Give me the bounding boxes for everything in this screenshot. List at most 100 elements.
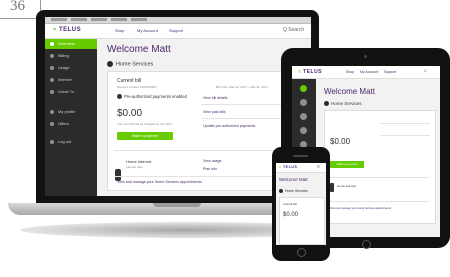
- divider: [380, 123, 430, 124]
- sidebar-item-log-out[interactable]: Log out: [45, 137, 97, 147]
- sidebar-item-label: Guide Tv: [58, 89, 75, 94]
- section-label: Home Services: [331, 101, 362, 106]
- sidebar: Overview Billing Usage Internet Guide Tv…: [45, 39, 97, 196]
- sidebar-item-offers[interactable]: Offers: [45, 119, 97, 129]
- appointments-link[interactable]: View and manage your Home Services appoi…: [117, 180, 202, 184]
- toolbar-item[interactable]: [71, 18, 87, 21]
- nav-shop[interactable]: Shop: [115, 28, 124, 33]
- tv-icon: [50, 89, 54, 94]
- bill-period: Bill cycle: Mar 02, 2017 – Mar 31, 2017: [216, 85, 269, 89]
- tablet-page-title: Welcome Matt: [324, 87, 375, 96]
- phone-home-button[interactable]: [297, 248, 306, 257]
- phone-speaker: [293, 155, 308, 157]
- tablet-section-heading: Home Services: [324, 101, 362, 107]
- tablet-make-payment-button[interactable]: Make a payment: [330, 161, 364, 168]
- phone-page-title: Welcome Matt: [279, 177, 308, 182]
- usage-icon: [50, 65, 54, 70]
- tablet-home-button[interactable]: [362, 240, 371, 249]
- tablet-nav-support[interactable]: Support: [384, 70, 396, 74]
- divider: [114, 176, 296, 177]
- page-corner-fragment: 36: [0, 0, 41, 19]
- section-label: Home Services: [116, 61, 154, 68]
- toolbar-item[interactable]: [51, 18, 67, 21]
- nav-my-account[interactable]: My Account: [137, 28, 158, 33]
- sidebar-item-overview[interactable]: Overview: [45, 39, 97, 49]
- toolbar-item[interactable]: [111, 18, 127, 21]
- tablet-main: Welcome Matt Home Services $0.00 Make a …: [316, 79, 440, 237]
- logo-text: TELUS: [303, 69, 323, 75]
- page-number-fragment: 36: [10, 0, 25, 14]
- internet-icon: [50, 77, 54, 82]
- tablet-top-nav: ≈ TELUS Shop My Account Support ⌕: [292, 66, 440, 79]
- telus-logo[interactable]: ≈ TELUS: [53, 27, 81, 33]
- section-heading: Home Services: [107, 61, 153, 67]
- usage-icon[interactable]: [300, 113, 307, 120]
- tablet-nav-my-account[interactable]: My Account: [360, 70, 378, 74]
- tablet-appointments-link[interactable]: View and manage your Home Services appoi…: [330, 207, 430, 210]
- tablet-camera: [364, 55, 367, 58]
- phone-section-heading: Home Services: [279, 189, 308, 194]
- logo-mark-icon: ≈: [279, 165, 282, 169]
- check-icon: [117, 94, 122, 100]
- profile-icon: [50, 109, 54, 114]
- sidebar-item-label: Usage: [58, 65, 70, 70]
- phone-bill-card: Current bill $0.00: [279, 197, 325, 245]
- phone-top-nav: ≈ TELUS ≡: [276, 163, 326, 173]
- divider: [380, 135, 430, 136]
- sidebar-item-usage[interactable]: Usage: [45, 63, 97, 73]
- sidebar-item-guide-tv[interactable]: Guide Tv: [45, 87, 97, 97]
- service-subtitle: Internet plan: [126, 165, 143, 169]
- make-payment-button[interactable]: Make a payment: [117, 132, 173, 140]
- tablet-nav-shop[interactable]: Shop: [346, 70, 354, 74]
- preauth-status: Pre-authorized payments enabled: [117, 94, 197, 100]
- billing-icon[interactable]: [300, 99, 307, 106]
- sidebar-item-label: Internet: [58, 77, 72, 82]
- browser-toolbar: [45, 17, 311, 24]
- section-label: Home Services: [285, 189, 308, 193]
- page-title: Welcome Matt: [107, 44, 171, 55]
- tablet-telus-logo[interactable]: ≈ TELUS: [298, 69, 322, 75]
- sidebar-item-my-profile[interactable]: My profile: [45, 107, 97, 117]
- overview-icon[interactable]: [300, 85, 307, 92]
- billing-icon: [50, 53, 54, 58]
- phone-bill-amount: $0.00: [283, 212, 299, 218]
- logout-icon: [50, 139, 54, 144]
- toolbar-item[interactable]: [91, 18, 107, 21]
- sidebar-item-billing[interactable]: Billing: [45, 51, 97, 61]
- menu-icon[interactable]: ≡: [317, 164, 320, 170]
- sidebar-item-label: Billing: [58, 53, 69, 58]
- view-bill-details-link[interactable]: View bill details: [203, 96, 228, 100]
- top-nav: ≈ TELUS Shop My Account Support Q Search: [45, 24, 311, 39]
- tablet-service-name: Home Internet: [337, 184, 357, 188]
- view-usage-link[interactable]: View usage: [203, 159, 222, 163]
- phone-screen: ≈ TELUS ≡ Welcome Matt Home Services Cur…: [276, 163, 326, 245]
- sidebar-item-label: My profile: [58, 109, 76, 114]
- logo-text: TELUS: [282, 165, 298, 169]
- view-past-bills-link[interactable]: View past bills: [203, 110, 226, 114]
- divider: [329, 201, 429, 202]
- nav-support[interactable]: Support: [169, 28, 183, 33]
- logo-mark-icon: ≈: [298, 69, 302, 75]
- search-icon[interactable]: ⌕: [424, 68, 427, 74]
- plan-info-link[interactable]: Plan info: [203, 167, 217, 171]
- sidebar-item-label: Overview: [58, 41, 75, 46]
- divider: [329, 177, 429, 178]
- sidebar-item-label: Offers: [58, 121, 69, 126]
- offers-icon: [50, 121, 54, 126]
- home-icon: [107, 61, 113, 67]
- home-icon: [279, 189, 283, 194]
- phone-bill-label: Current bill: [283, 202, 297, 206]
- laptop-notch: [153, 203, 201, 207]
- sidebar-item-internet[interactable]: Internet: [45, 75, 97, 85]
- overview-icon: [50, 41, 54, 46]
- search-link[interactable]: Q Search: [283, 27, 304, 33]
- logo-mark-icon: ≈: [53, 27, 57, 33]
- logo-text: TELUS: [58, 27, 82, 33]
- internet-icon[interactable]: [300, 127, 307, 134]
- service-name: Home Internet: [126, 159, 152, 164]
- update-preauth-link[interactable]: Update pre-authorized payments: [203, 124, 255, 128]
- bill-amount: $0.00: [117, 108, 143, 119]
- toolbar-item[interactable]: [131, 18, 147, 21]
- home-icon: [324, 101, 329, 107]
- phone-telus-logo[interactable]: ≈ TELUS: [279, 165, 297, 169]
